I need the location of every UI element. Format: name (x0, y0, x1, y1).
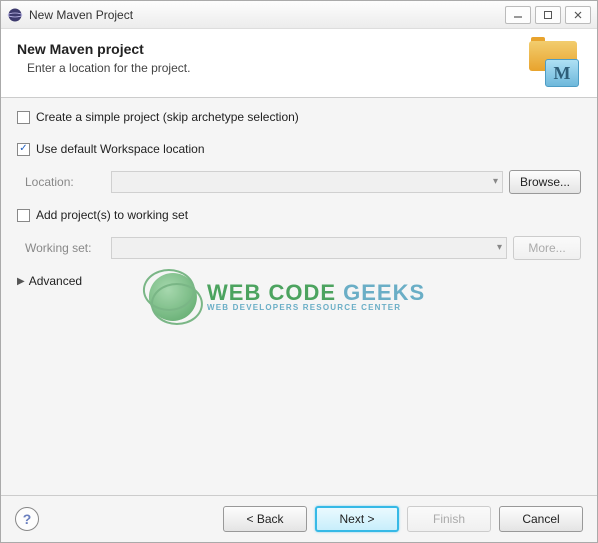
location-input: ▾ (111, 171, 503, 193)
window-controls (505, 6, 591, 24)
eclipse-icon (7, 7, 23, 23)
simple-project-checkbox[interactable] (17, 111, 30, 124)
help-button[interactable]: ? (15, 507, 39, 531)
chevron-down-icon: ▾ (493, 176, 498, 187)
next-button[interactable]: Next > (315, 506, 399, 532)
more-button: More... (513, 236, 581, 260)
working-set-checkbox[interactable] (17, 209, 30, 222)
maximize-button[interactable] (535, 6, 561, 24)
working-set-label: Add project(s) to working set (36, 208, 188, 222)
location-label: Location: (25, 175, 105, 189)
close-button[interactable] (565, 6, 591, 24)
banner-heading: New Maven project (17, 41, 190, 57)
working-set-field-label: Working set: (25, 241, 105, 255)
advanced-label: Advanced (29, 274, 82, 288)
maven-icon: M (525, 41, 581, 87)
simple-project-label: Create a simple project (skip archetype … (36, 110, 299, 124)
expand-chevron-icon: ▶ (17, 276, 25, 287)
working-set-input: ▾ (111, 237, 507, 259)
footer: ? < Back Next > Finish Cancel (1, 495, 597, 542)
cancel-button[interactable]: Cancel (499, 506, 583, 532)
default-workspace-checkbox[interactable]: ✓ (17, 143, 30, 156)
back-button[interactable]: < Back (223, 506, 307, 532)
banner-subtitle: Enter a location for the project. (27, 61, 190, 75)
default-workspace-label: Use default Workspace location (36, 142, 205, 156)
content-area: Create a simple project (skip archetype … (1, 98, 597, 495)
banner: New Maven project Enter a location for t… (1, 29, 597, 98)
finish-button: Finish (407, 506, 491, 532)
advanced-toggle[interactable]: ▶ Advanced (17, 274, 581, 288)
titlebar: New Maven Project (1, 1, 597, 29)
chevron-down-icon: ▾ (497, 242, 502, 253)
window-title: New Maven Project (29, 8, 133, 22)
browse-button[interactable]: Browse... (509, 170, 581, 194)
minimize-button[interactable] (505, 6, 531, 24)
dialog-window: New Maven Project New Maven project Ente… (0, 0, 598, 543)
